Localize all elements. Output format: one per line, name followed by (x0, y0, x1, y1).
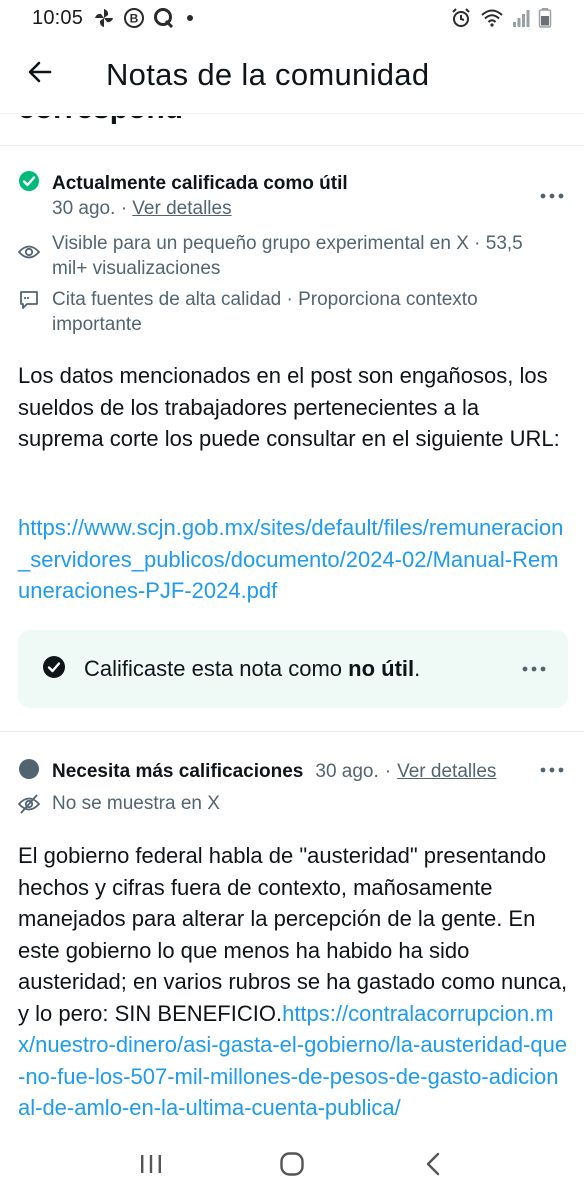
more-options-button[interactable] (538, 182, 566, 210)
ver-detalles-link[interactable]: Ver detalles (397, 761, 496, 783)
b-circle-icon: B (123, 7, 145, 29)
quality-info: Cita fuentes de alta calidad · Proporcio… (18, 287, 552, 337)
status-bar: 10:05 B (0, 0, 584, 36)
home-button[interactable] (262, 1141, 322, 1191)
visibility-text: No se muestra en X (52, 793, 220, 814)
note-meta: 30 ago. · Ver detalles (52, 198, 232, 220)
status-right-icons (450, 7, 552, 29)
rating-value: no útil (348, 656, 415, 681)
alarm-icon (450, 7, 472, 29)
page-title: Notas de la comunidad (106, 56, 430, 92)
status-left-icons: B (93, 7, 197, 29)
arrow-left-icon (26, 58, 54, 91)
meta-separator: · (384, 760, 392, 782)
rating-suffix: . (414, 656, 421, 681)
dot-icon (183, 11, 197, 25)
nav-back-button[interactable] (403, 1141, 463, 1191)
more-dots-icon (540, 761, 564, 779)
note-date: 30 ago. (315, 760, 379, 782)
rating-more-button[interactable] (522, 655, 546, 688)
signal-icon (512, 8, 530, 28)
recents-icon (139, 1153, 163, 1180)
note-status: Actualmente calificada como útil (18, 170, 348, 197)
ver-detalles-link[interactable]: Ver detalles (132, 198, 231, 219)
rating-box: Calificaste esta nota como no útil. (18, 630, 568, 708)
note-status-label: Actualmente calificada como útil (52, 172, 348, 194)
note-source-link[interactable]: https://www.scjn.gob.mx/sites/default/fi… (18, 512, 570, 607)
battery-icon (538, 7, 552, 29)
quality-text: Cita fuentes de alta calidad · Proporcio… (52, 289, 478, 335)
meta-separator: · (120, 198, 128, 219)
check-filled-icon (42, 655, 66, 684)
note-body: El gobierno federal habla de "austeridad… (18, 840, 570, 1140)
note-status: Necesita más calificaciones 30 ago. · Ve… (18, 758, 496, 785)
note-body-text: El gobierno federal habla de "austeridad… (18, 843, 568, 1026)
svg-text:B: B (130, 12, 139, 26)
quote-bubble-icon (18, 290, 40, 310)
nav-back-icon (424, 1152, 442, 1181)
more-dots-icon (540, 187, 564, 205)
pinwheel-icon (93, 7, 115, 29)
visibility-text: Visible para un pequeño grupo experiment… (52, 233, 523, 279)
home-icon (279, 1151, 305, 1182)
wifi-icon (480, 7, 504, 29)
divider (0, 145, 584, 146)
gray-circle-icon (18, 758, 40, 785)
q-icon (153, 7, 175, 29)
visibility-info: No se muestra en X (18, 791, 552, 816)
eye-icon (18, 244, 40, 260)
check-circle-icon (18, 170, 40, 197)
back-button[interactable] (4, 36, 76, 114)
note-date: 30 ago. (52, 198, 116, 219)
status-time: 10:05 (32, 6, 84, 29)
recents-button[interactable] (121, 1141, 181, 1191)
eye-off-icon (18, 794, 40, 814)
app-header: Notas de la comunidad (0, 36, 584, 114)
note-status-label: Necesita más calificaciones (52, 760, 304, 782)
visibility-info: Visible para un pequeño grupo experiment… (18, 231, 552, 281)
divider (0, 731, 584, 732)
rating-text: Calificaste esta nota como no útil. (84, 656, 420, 682)
note-body: Los datos mencionados en el post son eng… (18, 363, 560, 451)
rating-prefix: Calificaste esta nota como (84, 656, 343, 681)
more-options-button[interactable] (538, 756, 566, 784)
system-nav-bar (0, 1132, 584, 1200)
